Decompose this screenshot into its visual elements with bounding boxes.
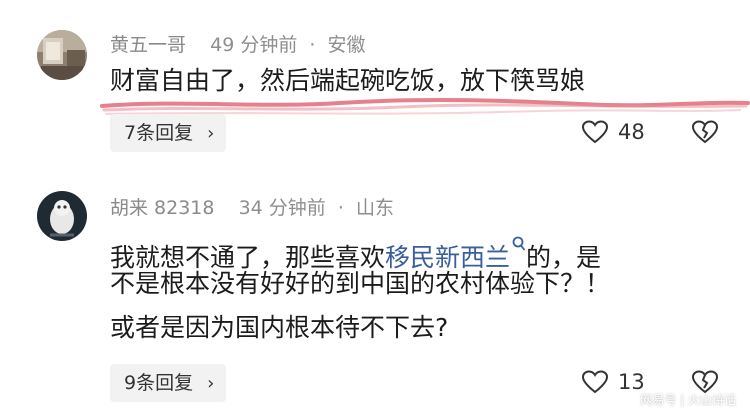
username[interactable]: 黄五一哥 [110,34,186,56]
view-replies-button[interactable]: 7条回复 › [110,114,227,152]
like-button[interactable]: 48 [582,120,645,144]
replies-label: 7条回复 [124,122,194,144]
like-count: 48 [618,120,645,144]
comment-text-part: 或者是因为国内根本待不下去? [110,313,449,342]
meta-separator: · [337,197,344,219]
like-button[interactable]: 13 [582,370,645,394]
timestamp: 34 分钟前 [238,197,326,219]
comment-meta: 胡来 82318 34 分钟前 · 山东 [110,193,394,220]
chevron-right-icon: › [207,123,215,144]
location: 安徽 [327,34,366,56]
replies-label: 9条回复 [124,372,194,394]
dislike-button[interactable] [691,120,719,148]
timestamp: 49 分钟前 [210,34,298,56]
watermark: 网易号 | 火山诗话 [640,393,736,407]
comment-text-part: 不是根本没有好好的到中国的农村体验下？！ [110,269,611,298]
avatar[interactable] [37,30,87,80]
avatar[interactable] [37,191,87,241]
location: 山东 [355,197,394,219]
meta-separator: · [309,34,316,56]
comment-text-line: 或者是因为国内根本待不下去? [110,309,448,347]
chevron-right-icon: › [207,373,215,394]
username[interactable]: 胡来 82318 [110,197,214,219]
avatar-owl-image [37,191,87,241]
search-icon[interactable] [512,227,526,251]
broken-heart-icon [691,120,719,144]
comment-text-line: 不是根本没有好好的到中国的农村体验下？！ [110,265,610,303]
view-replies-button[interactable]: 9条回复 › [110,364,227,402]
avatar-room-image [37,30,87,80]
heart-icon [582,120,608,144]
comment-text-line: 财富自由了，然后端起碗吃饭，放下筷骂娘 [110,66,586,95]
heart-icon [582,370,608,394]
comment-meta: 黄五一哥 49 分钟前 · 安徽 [110,30,365,57]
